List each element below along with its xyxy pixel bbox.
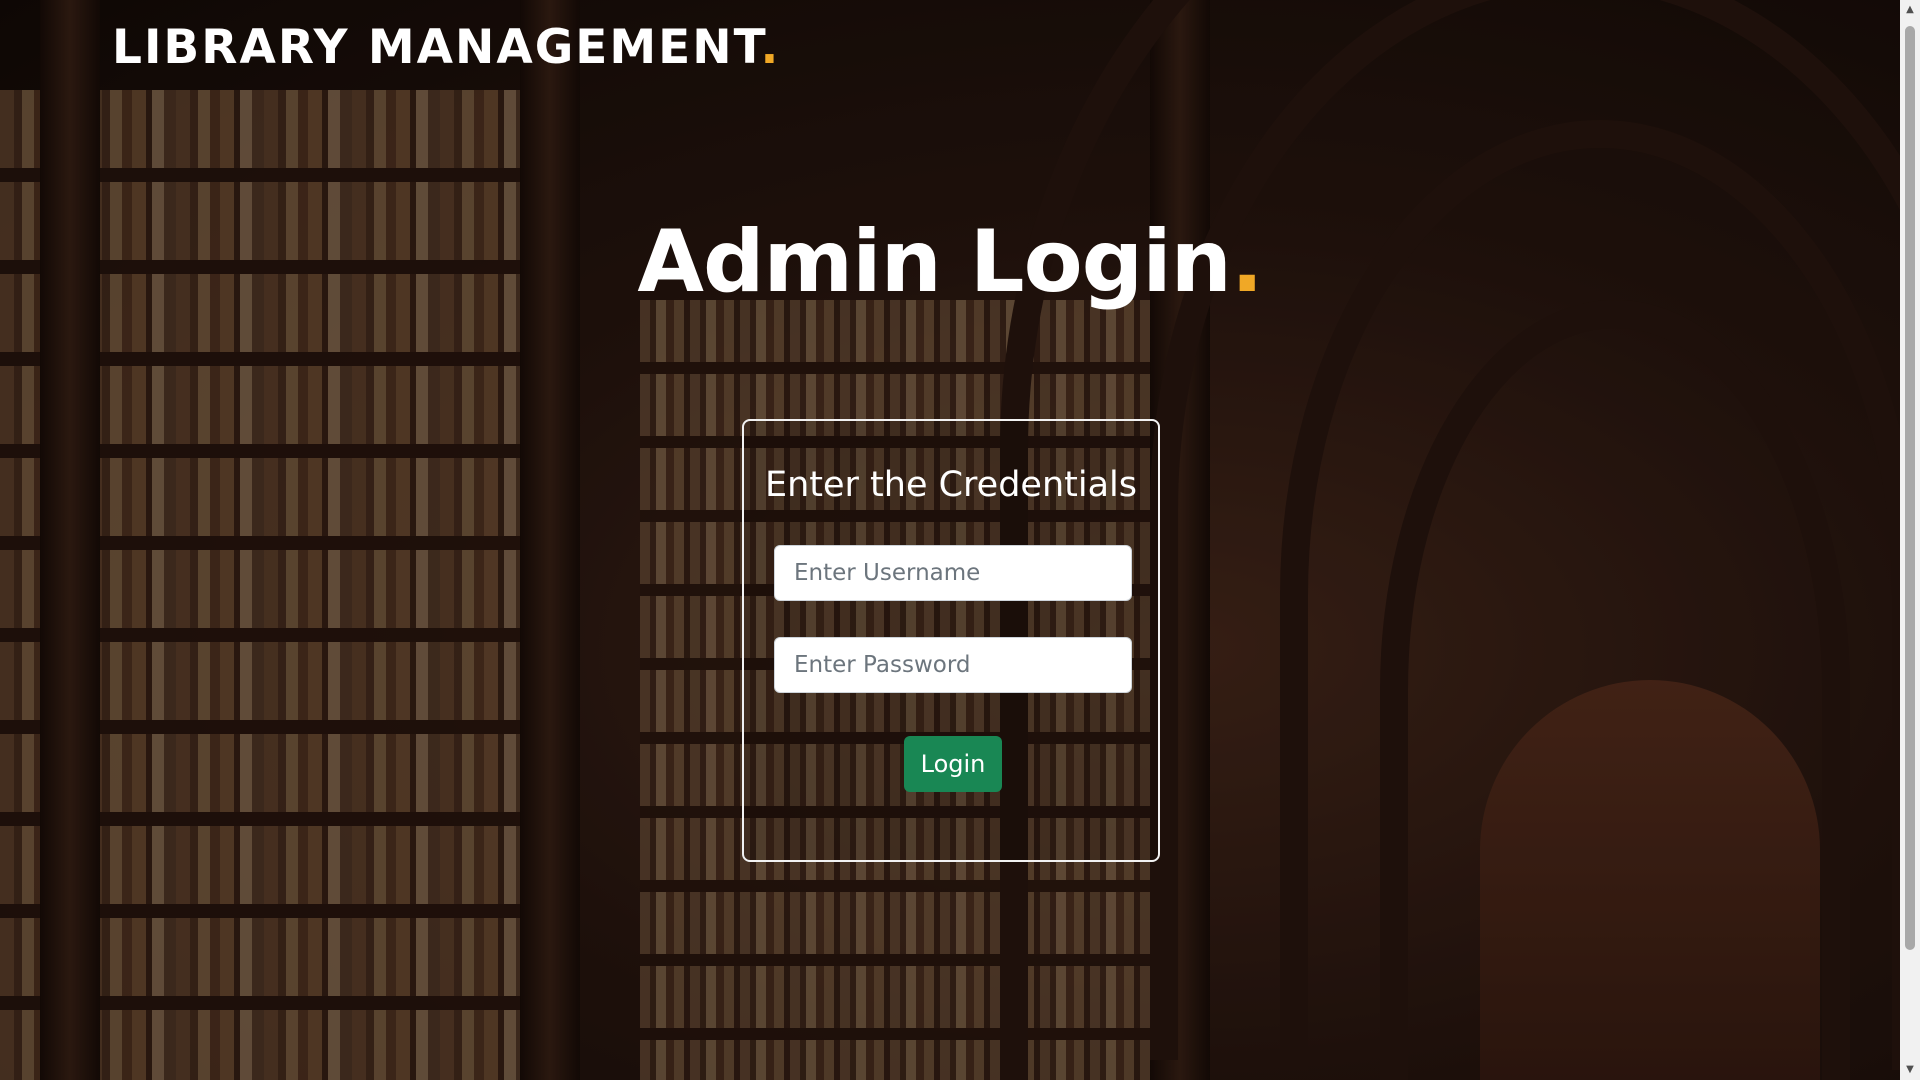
scroll-up-arrow-icon[interactable]: ▲	[1900, 0, 1920, 20]
brand-logo[interactable]: LIBRARY MANAGEMENT.	[112, 20, 780, 75]
username-input[interactable]	[774, 545, 1132, 601]
page-title: Admin Login.	[0, 212, 1900, 312]
brand-accent-dot: .	[760, 20, 781, 75]
brand-text: LIBRARY MANAGEMENT	[112, 20, 761, 75]
scroll-down-arrow-icon[interactable]: ▼	[1900, 1060, 1920, 1080]
password-input[interactable]	[774, 637, 1132, 693]
scrollbar-thumb[interactable]	[1905, 26, 1915, 950]
page-title-text: Admin Login	[637, 212, 1232, 312]
page-title-accent-dot: .	[1230, 212, 1264, 312]
page-scrollbar[interactable]: ▲ ▼	[1900, 0, 1920, 1080]
login-button[interactable]: Login	[904, 736, 1002, 792]
login-form-heading: Enter the Credentials	[764, 465, 1137, 505]
login-form: Enter the Credentials Login	[742, 419, 1160, 862]
